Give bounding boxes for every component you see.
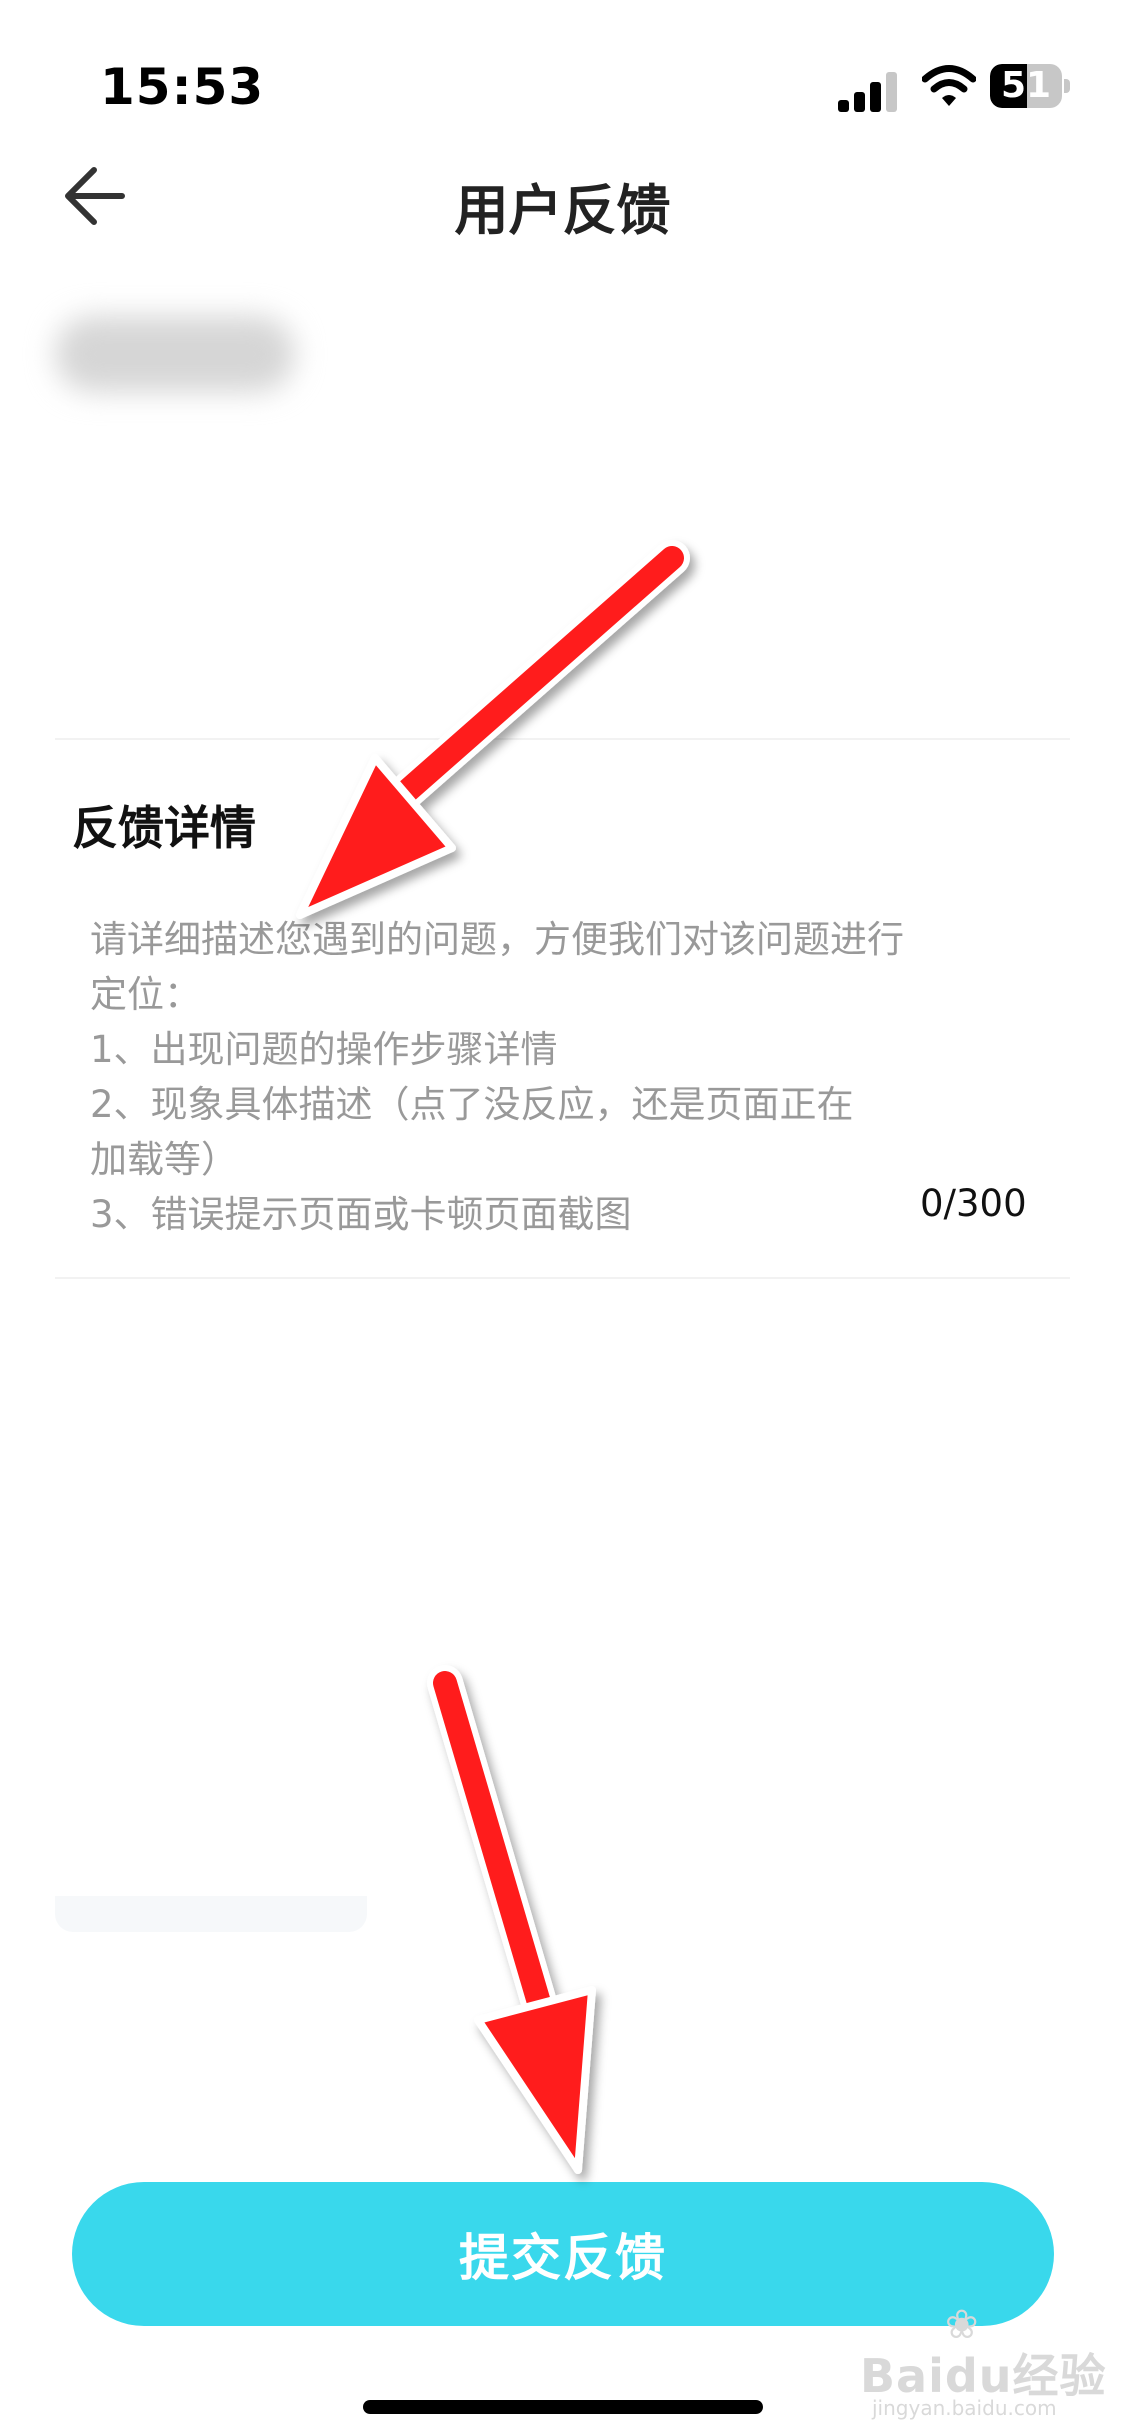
page-title: 用户反馈 — [454, 179, 671, 242]
image-upload-slot[interactable] — [55, 1896, 367, 1932]
char-counter: 0/300 — [920, 1182, 1027, 1225]
status-time: 15:53 — [100, 58, 265, 116]
watermark-url: jingyan.baidu.com — [872, 2396, 1057, 2420]
arrow-to-textarea-icon — [296, 540, 690, 919]
divider — [55, 1277, 1070, 1279]
battery-icon: 51 — [990, 64, 1072, 110]
arrow-to-submit-icon — [427, 1665, 596, 2174]
battery-level: 51 — [1000, 65, 1052, 106]
signal-icon — [838, 72, 897, 112]
submit-feedback-button[interactable]: 提交反馈 — [72, 2182, 1054, 2326]
blurred-account-info — [55, 316, 295, 392]
feedback-textarea[interactable]: 请详细描述您遇到的问题，方便我们对该问题进行 定位： 1、出现问题的操作步骤详情… — [90, 912, 990, 1242]
section-title: 反馈详情 — [72, 801, 256, 855]
divider — [55, 738, 1070, 740]
wifi-icon — [922, 65, 976, 106]
home-indicator — [363, 2400, 763, 2414]
